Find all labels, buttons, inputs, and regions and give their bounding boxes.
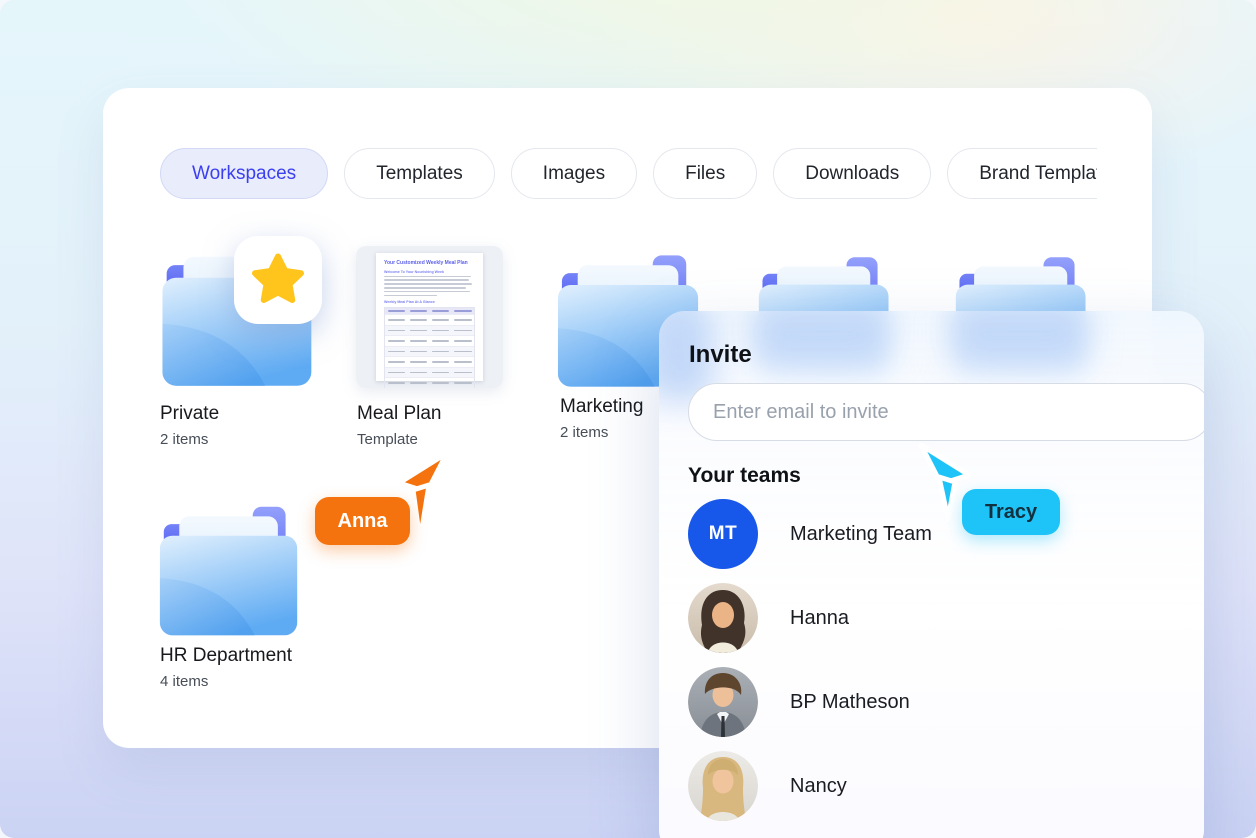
- folder-icon-hr-department[interactable]: [158, 496, 303, 646]
- team-list: MT Marketing Team Hanna BP Matheson Nanc…: [688, 499, 1168, 835]
- invite-panel: Invite Your teams MT Marketing Team: [659, 311, 1204, 838]
- blur-ghost: [751, 311, 891, 367]
- tab-brand-templates[interactable]: Brand Templates: [947, 148, 1097, 199]
- tile-name-marketing[interactable]: Marketing: [560, 396, 643, 418]
- doc-subtitle: Welcome To Your Nourishing Week: [384, 269, 444, 274]
- tile-name-private[interactable]: Private: [160, 403, 219, 425]
- doc-section-heading: Weekly Meal Plan At A Glance: [384, 300, 435, 305]
- document-page: Your Customized Weekly Meal Plan Welcome…: [376, 253, 483, 388]
- doc-table: [384, 307, 475, 388]
- tile-meta-marketing: 2 items: [560, 424, 609, 441]
- doc-title: Your Customized Weekly Meal Plan: [384, 260, 468, 266]
- tab-workspaces[interactable]: Workspaces: [160, 148, 329, 199]
- tab-files[interactable]: Files: [653, 148, 758, 199]
- invite-email-input[interactable]: [688, 383, 1204, 441]
- team-row-bp-matheson[interactable]: BP Matheson: [688, 667, 1168, 737]
- member-name: Hanna: [790, 606, 849, 629]
- tab-images[interactable]: Images: [510, 148, 638, 199]
- avatar-bp-matheson: [688, 667, 758, 737]
- avatar-hanna: [688, 583, 758, 653]
- tile-name-meal-plan[interactable]: Meal Plan: [357, 403, 442, 425]
- your-teams-heading: Your teams: [688, 464, 801, 487]
- tile-name-hr-department[interactable]: HR Department: [160, 645, 292, 667]
- avatar-marketing-team: MT: [688, 499, 758, 569]
- avatar-nancy: [688, 751, 758, 821]
- blur-ghost: [949, 311, 1089, 367]
- tab-templates[interactable]: Templates: [344, 148, 495, 199]
- screenshot-root: Workspaces Templates Images Files Downlo…: [0, 0, 1256, 838]
- tile-meta-hr-department: 4 items: [160, 673, 209, 690]
- anna-cursor-label: Anna: [315, 497, 410, 545]
- team-row-hanna[interactable]: Hanna: [688, 583, 1168, 653]
- star-icon: [252, 253, 304, 303]
- document-thumbnail-meal-plan[interactable]: Your Customized Weekly Meal Plan Welcome…: [356, 246, 503, 388]
- tab-downloads[interactable]: Downloads: [773, 148, 932, 199]
- team-row-nancy[interactable]: Nancy: [688, 751, 1168, 821]
- invite-panel-title: Invite: [689, 341, 752, 368]
- favorite-star-badge: [234, 236, 322, 324]
- member-name: Nancy: [790, 774, 847, 797]
- member-name: Marketing Team: [790, 522, 932, 545]
- tile-meta-meal-plan: Template: [357, 431, 418, 448]
- tile-meta-private: 2 items: [160, 431, 209, 448]
- tab-bar: Workspaces Templates Images Files Downlo…: [160, 148, 1097, 202]
- tracy-cursor-label: Tracy: [962, 489, 1060, 535]
- member-name: BP Matheson: [790, 690, 910, 713]
